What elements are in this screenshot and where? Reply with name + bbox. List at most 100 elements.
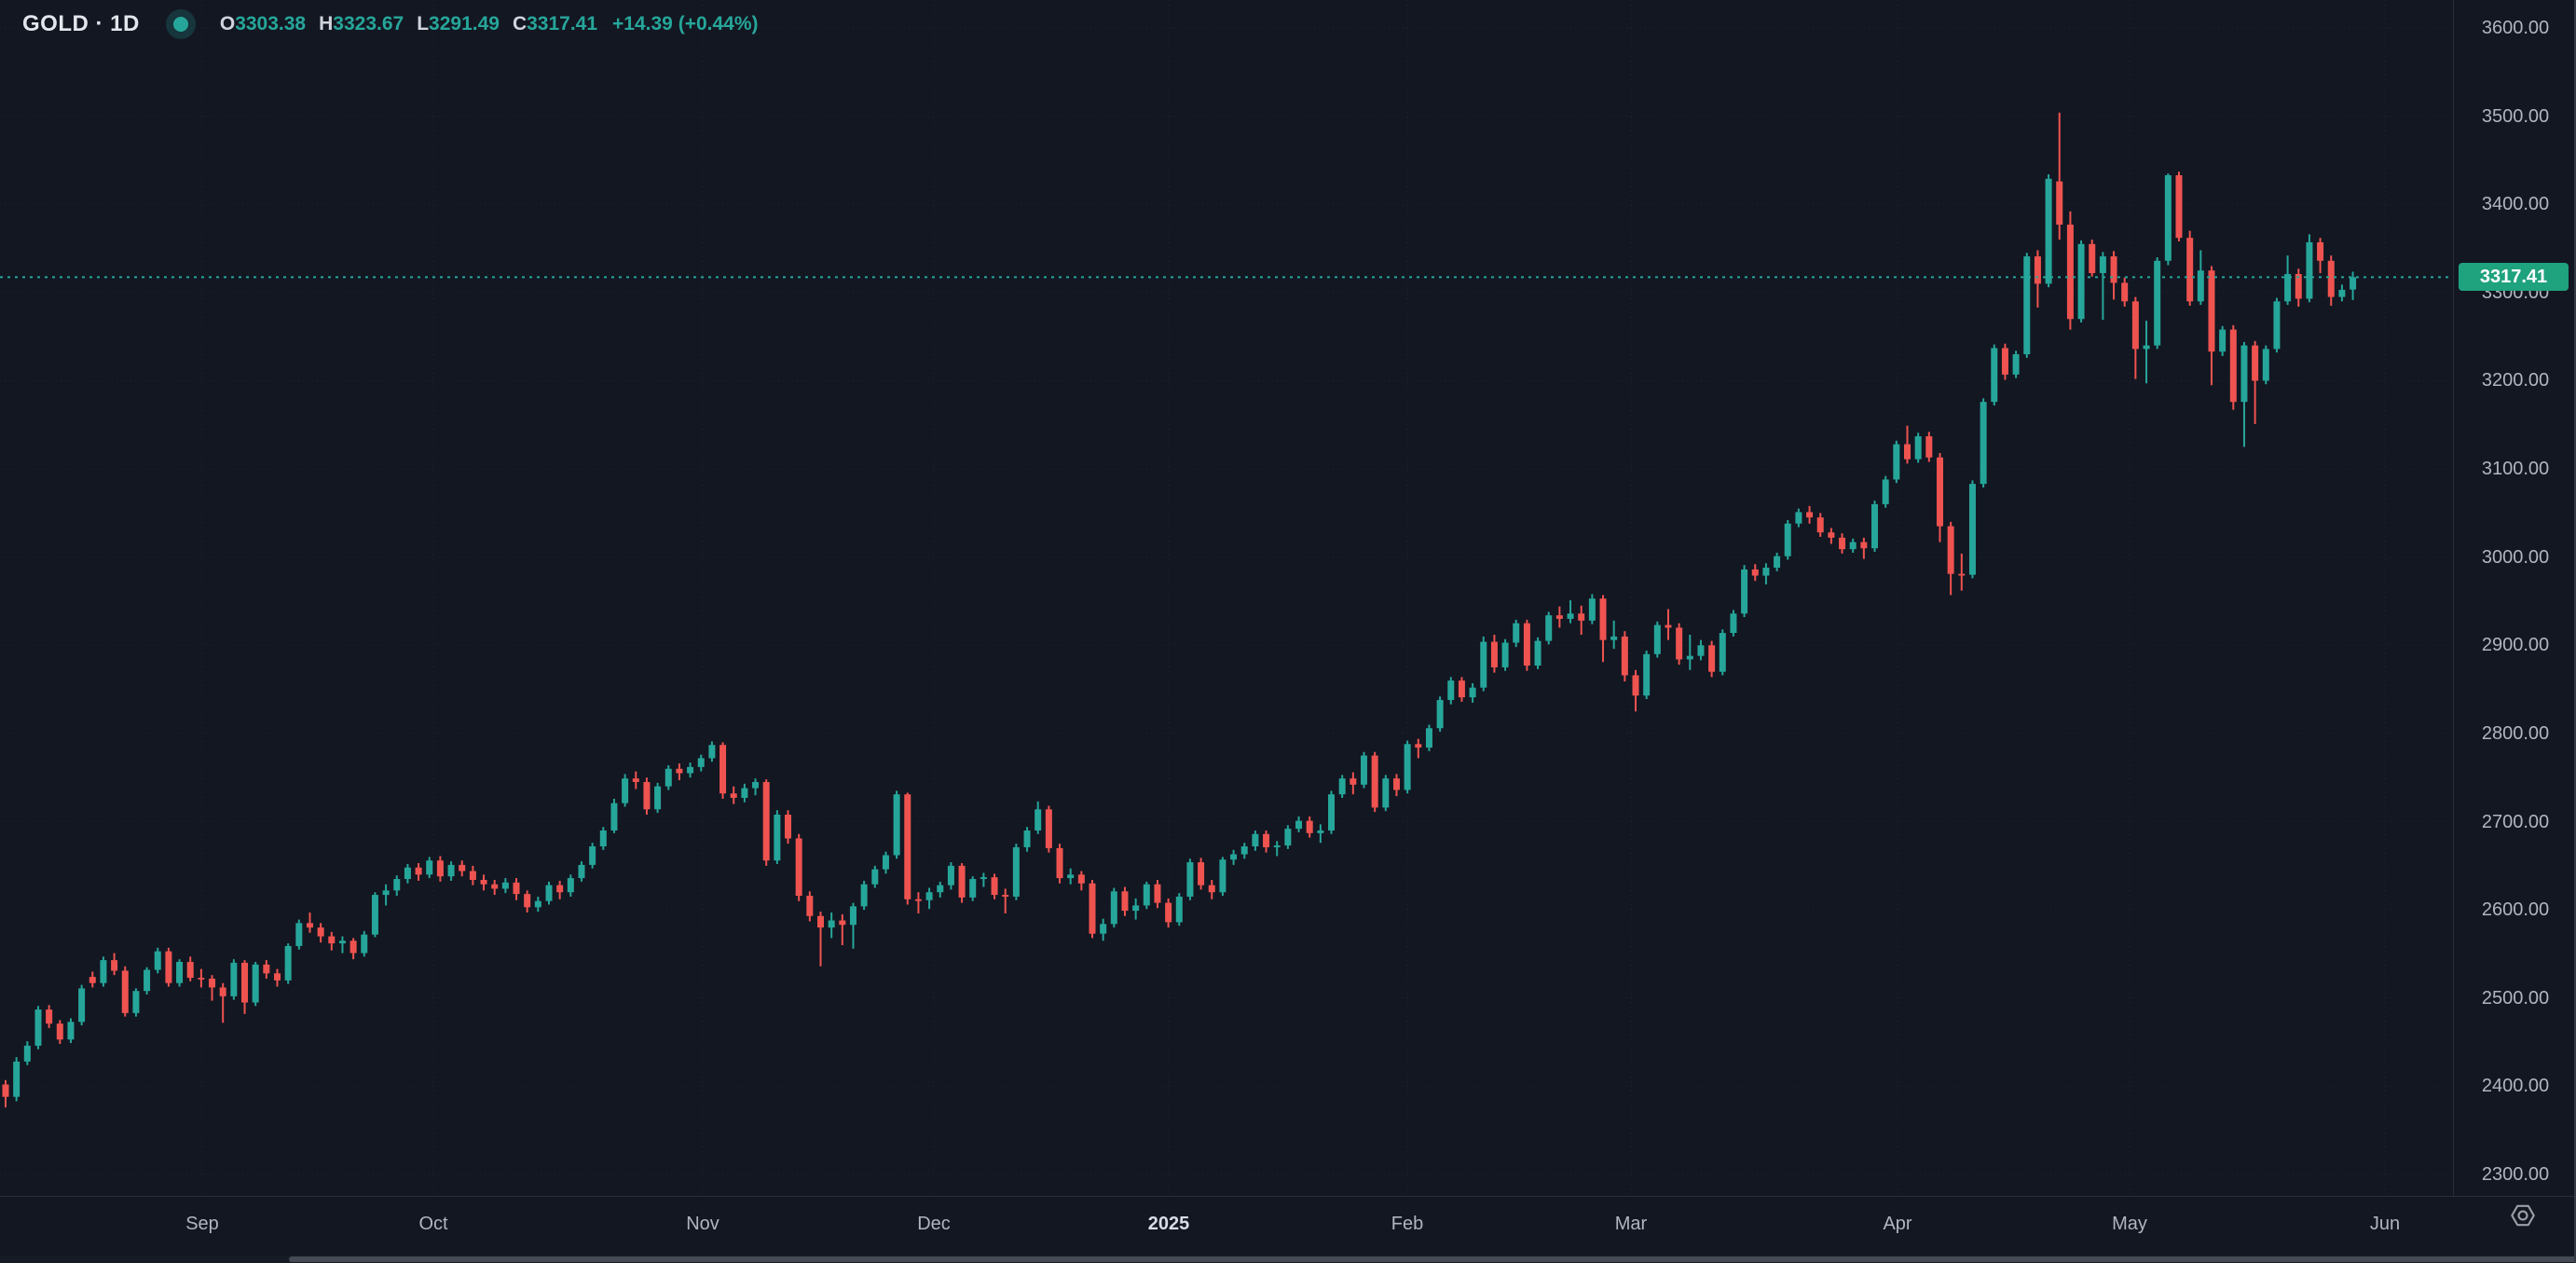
candle	[285, 943, 292, 984]
candle	[2328, 255, 2335, 306]
candle	[1871, 501, 1878, 552]
scrollbar-thumb[interactable]	[289, 1256, 2576, 1262]
candle	[89, 971, 96, 987]
candle	[1241, 843, 1248, 858]
candle	[817, 912, 824, 967]
candle	[1568, 600, 1574, 624]
time-tick-label-mar: Mar	[1615, 1214, 1647, 1235]
candle	[122, 967, 129, 1017]
candle	[752, 778, 759, 795]
candle	[2013, 350, 2020, 378]
candle	[295, 920, 302, 950]
settings-gear-icon[interactable]	[2508, 1201, 2538, 1230]
candle	[1426, 724, 1432, 750]
candlestick-chart[interactable]	[0, 0, 2453, 1196]
candle	[1610, 621, 1617, 649]
candle	[34, 1006, 41, 1049]
chart-pane[interactable]: GOLD · 1D O3303.38H3323.67L3291.49C3317.…	[0, 0, 2453, 1196]
ohlc-low: L3291.49	[417, 13, 500, 35]
candle	[253, 962, 259, 1006]
candle	[1382, 775, 1389, 811]
candle	[1057, 844, 1063, 884]
candle	[1078, 872, 1085, 891]
candle	[2208, 266, 2214, 385]
candle	[610, 799, 617, 833]
candle	[992, 873, 998, 899]
candle	[1013, 844, 1020, 900]
last-price-badge: 3317.41	[2459, 263, 2569, 291]
candle	[100, 956, 106, 986]
candle	[774, 810, 780, 864]
candle	[1263, 831, 1269, 853]
candle	[883, 852, 889, 874]
candle	[969, 876, 976, 900]
price-tick-label: 2600.00	[2454, 899, 2576, 921]
candle	[328, 932, 335, 951]
chart-legend: GOLD · 1D O3303.38H3323.67L3291.49C3317.…	[22, 7, 759, 41]
price-axis[interactable]: 3600.003500.003400.003300.003200.003100.…	[2453, 0, 2576, 1196]
candle	[600, 827, 607, 850]
candle	[307, 913, 313, 933]
ohlc-open-label: O	[220, 13, 235, 34]
candle	[1730, 610, 1736, 636]
candle	[1230, 850, 1237, 865]
candle	[1252, 831, 1258, 851]
candle	[67, 1019, 74, 1043]
time-tick-label-2025: 2025	[1148, 1214, 1190, 1235]
candle	[263, 960, 269, 979]
candle	[1404, 740, 1411, 793]
price-tick-label: 2300.00	[2454, 1163, 2576, 1186]
candle	[1176, 893, 1183, 926]
candle	[1470, 683, 1476, 703]
candle	[937, 882, 943, 898]
candle	[1904, 426, 1911, 464]
candle	[1144, 882, 1150, 909]
candle	[2067, 212, 2074, 330]
symbol-title[interactable]: GOLD · 1D	[22, 11, 140, 37]
candle	[2144, 321, 2150, 383]
ohlc-low-label: L	[417, 13, 429, 34]
candle	[1676, 624, 1682, 665]
candle	[1165, 899, 1172, 927]
candle	[1980, 398, 1987, 487]
trading-chart-window: GOLD · 1D O3303.38H3323.67L3291.49C3317.…	[0, 0, 2576, 1263]
candle	[1198, 858, 1204, 889]
candle	[230, 959, 237, 1000]
candle	[2035, 250, 2041, 308]
candle	[274, 969, 281, 987]
candle	[2132, 297, 2139, 379]
candle	[2046, 174, 2052, 287]
candle	[1774, 553, 1780, 571]
candle	[1491, 635, 1498, 673]
candle	[1752, 564, 1759, 581]
candle	[763, 779, 770, 866]
candle	[2306, 234, 2312, 302]
time-axis[interactable]: SepOctNovDec2025FebMarAprMayJun	[0, 1196, 2576, 1256]
time-tick-label-nov: Nov	[686, 1214, 719, 1235]
candle	[339, 937, 346, 954]
price-tick-label: 3200.00	[2454, 369, 2576, 391]
candle	[1915, 432, 1922, 462]
candle	[839, 914, 845, 945]
ohlc-close: C3317.41	[513, 13, 597, 35]
candle	[1665, 610, 1671, 640]
candle	[1893, 441, 1899, 483]
candle	[915, 892, 922, 913]
candle	[1622, 631, 1628, 681]
candle	[785, 810, 791, 844]
candle	[1524, 620, 1530, 671]
market-status-dot-icon	[166, 9, 196, 39]
candle	[481, 874, 487, 890]
candle	[1502, 639, 1509, 671]
candle	[2230, 325, 2237, 410]
candle	[1024, 827, 1031, 851]
candle	[46, 1005, 52, 1028]
price-tick-label: 2500.00	[2454, 987, 2576, 1009]
candle	[404, 864, 411, 884]
candle	[1795, 509, 1802, 528]
candle	[1361, 752, 1367, 789]
candle	[633, 772, 639, 789]
candle	[220, 983, 226, 1023]
candle	[524, 890, 530, 913]
price-tick-label: 3400.00	[2454, 193, 2576, 215]
